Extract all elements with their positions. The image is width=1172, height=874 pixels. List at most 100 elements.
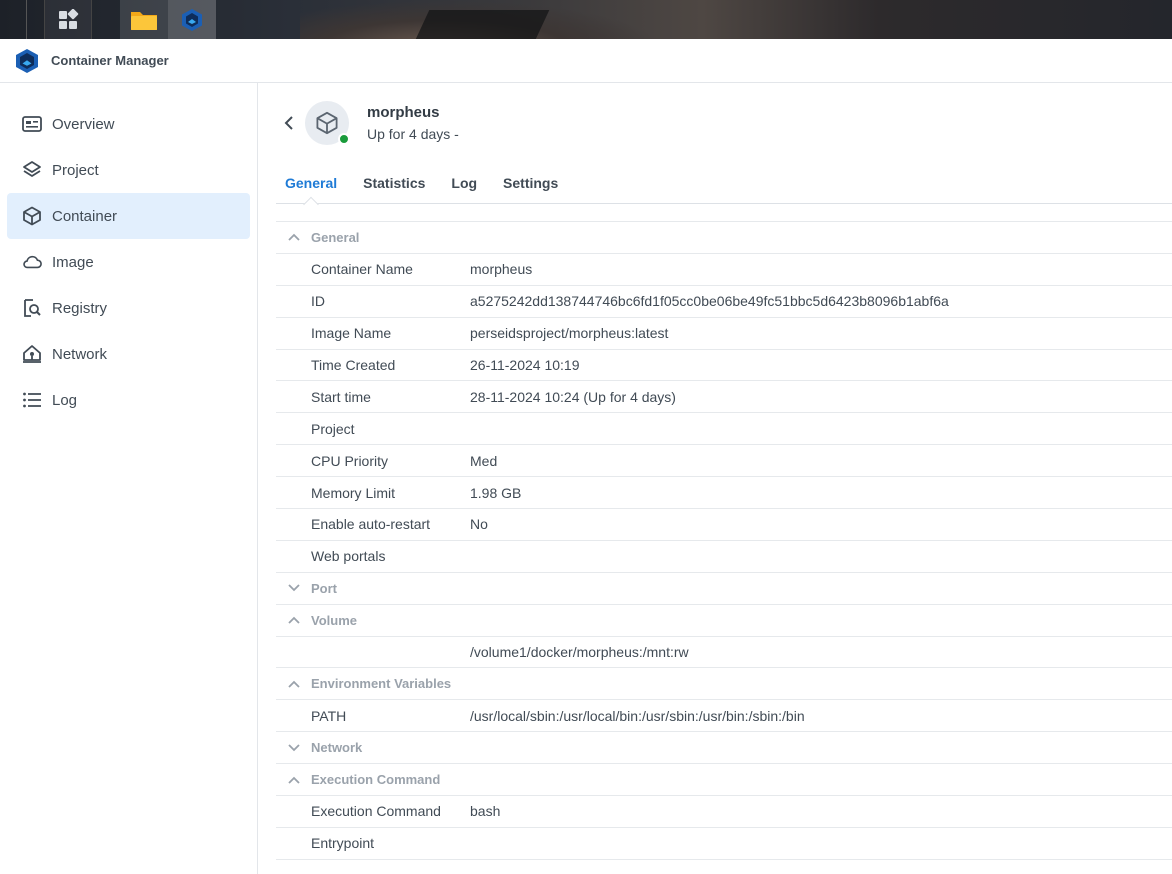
row-value: /volume1/docker/morpheus:/mnt:rw [470, 644, 689, 661]
row-value: perseidsproject/morpheus:latest [470, 325, 669, 342]
container-manager-logo-icon [16, 48, 38, 73]
container-title-block: morpheus Up for 4 days - [367, 104, 459, 142]
table-row: Image Name perseidsproject/morpheus:lates… [276, 318, 1172, 350]
back-button[interactable] [279, 103, 299, 143]
table-row: Time Created 26-11-2024 10:19 [276, 350, 1172, 382]
row-value: a5275242dd138744746bc6fd1f05cc0be06be49f… [470, 293, 949, 310]
sidebar-item-label: Log [52, 391, 78, 409]
chevron-up-icon [287, 230, 301, 244]
sidebar-item-label: Project [52, 161, 99, 179]
section-title: Network [311, 740, 363, 756]
section-title: Execution Command [311, 772, 441, 788]
row-key: PATH [311, 707, 347, 724]
sidebar-item-label: Container [52, 207, 118, 225]
section-title: Environment Variables [311, 676, 452, 692]
row-value: Med [470, 452, 498, 469]
chevron-down-icon [287, 741, 301, 755]
row-key: Time Created [311, 357, 396, 373]
sidebar-item-container[interactable]: Container [7, 193, 250, 239]
section-title: Volume [311, 612, 357, 628]
chevron-up-icon [287, 677, 301, 691]
sidebar-item-label: Network [52, 345, 108, 363]
sidebar-item-label: Image [52, 253, 94, 271]
table-row: PATH/usr/local/sbin:/usr/local/bin:/usr/… [276, 700, 1172, 733]
folder-icon [131, 11, 157, 30]
section-header-execution-command[interactable]: Execution Command [276, 764, 1172, 797]
row-value: 1.98 GB [470, 484, 522, 501]
row-key: Memory Limit [311, 484, 396, 501]
row-key: ID [311, 293, 325, 310]
row-key: Execution Command [311, 803, 441, 820]
dashboard-icon [22, 114, 42, 134]
row-key: Start time [311, 388, 371, 405]
sidebar-item-registry[interactable]: Registry [7, 285, 250, 331]
details-table: General Container Name morpheus ID a527524… [276, 221, 1172, 860]
section-title: Port [311, 580, 337, 596]
sidebar-item-log[interactable]: Log [7, 377, 250, 423]
file-station-button[interactable] [120, 0, 168, 39]
sidebar-item-network[interactable]: Network [7, 331, 250, 377]
table-row: Container Name morpheus [276, 254, 1172, 286]
cube-icon [316, 111, 338, 135]
list-icon [22, 390, 42, 410]
main-panel: morpheus Up for 4 days - General Statist… [259, 83, 1172, 874]
tab-settings[interactable]: Settings [494, 167, 567, 203]
registry-search-icon [22, 298, 42, 318]
container-name: morpheus [367, 104, 440, 121]
table-row: CPU Priority Med [276, 445, 1172, 478]
section-header-volume[interactable]: Volume [276, 605, 1172, 637]
sidebar-item-overview[interactable]: Overview [7, 101, 250, 147]
network-home-icon [22, 344, 42, 364]
sidebar-item-image[interactable]: Image [7, 239, 250, 285]
tab-log[interactable]: Log [442, 167, 486, 203]
chevron-left-icon [284, 116, 293, 130]
cube-icon [22, 206, 42, 226]
row-key: CPU Priority [311, 452, 389, 469]
row-key: Web portals [311, 548, 386, 565]
status-dot [338, 133, 350, 145]
container-manager-logo-icon [182, 8, 202, 31]
cloud-icon [22, 252, 42, 272]
row-key: Image Name [311, 325, 392, 342]
section-header-network[interactable]: Network [276, 732, 1172, 765]
table-row: Execution Command bash [276, 796, 1172, 828]
table-row: Project [276, 413, 1172, 446]
tab-bar: General Statistics Log Settings [276, 167, 1172, 204]
app-header: Container Manager [0, 39, 1172, 83]
row-value: 28-11-2024 10:24 (Up for 4 days) [470, 388, 676, 405]
wallpaper-mountain [410, 10, 550, 39]
container-avatar [305, 101, 350, 145]
taskbar-separator [26, 0, 27, 39]
row-key: Project [311, 420, 355, 437]
row-value: bash [470, 803, 501, 820]
grid-menu-icon [59, 8, 79, 29]
section-header-environment-variables[interactable]: Environment Variables [276, 668, 1172, 701]
chevron-down-icon [287, 581, 301, 595]
tab-statistics[interactable]: Statistics [354, 167, 434, 203]
chevron-up-icon [287, 773, 301, 787]
table-row: Entrypoint [276, 828, 1172, 860]
table-row: /volume1/docker/morpheus:/mnt:rw [276, 637, 1172, 669]
table-row: Web portals [276, 541, 1172, 573]
container-manager-taskbar-button[interactable] [168, 0, 216, 39]
section-header-port[interactable]: Port [276, 573, 1172, 605]
app-title: Container Manager [51, 53, 169, 68]
table-row: ID a5275242dd138744746bc6fd1f05cc0be06be4… [276, 286, 1172, 318]
row-value: /usr/local/sbin:/usr/local/bin:/usr/sbin… [470, 707, 805, 724]
sidebar-item-label: Registry [52, 299, 108, 317]
sidebar-item-label: Overview [52, 115, 115, 133]
table-row: Start time 28-11-2024 10:24 (Up for 4 day… [276, 381, 1172, 414]
container-header: morpheus Up for 4 days - [279, 101, 459, 145]
tab-general[interactable]: General [276, 167, 346, 203]
section-header-general[interactable]: General [276, 222, 1172, 254]
table-row: Enable auto-restart No [276, 509, 1172, 541]
row-key: Container Name [311, 261, 413, 278]
row-value: 26-11-2024 10:19 [470, 357, 580, 373]
sidebar-item-project[interactable]: Project [7, 147, 250, 193]
row-key: Entrypoint [311, 835, 375, 852]
chevron-up-icon [287, 613, 301, 627]
main-menu-button[interactable] [44, 0, 92, 39]
row-value: morpheus [470, 261, 533, 278]
row-key: Enable auto-restart [311, 516, 431, 533]
table-row: Memory Limit 1.98 GB [276, 477, 1172, 510]
